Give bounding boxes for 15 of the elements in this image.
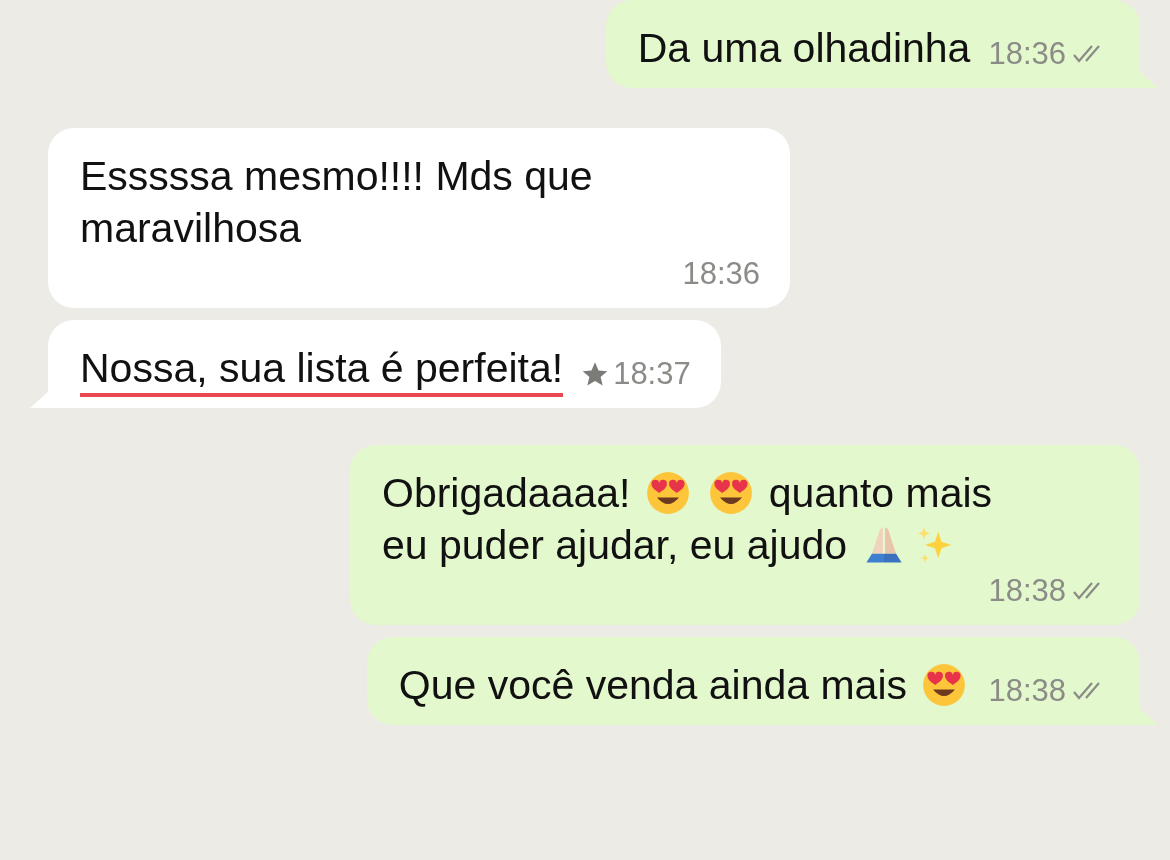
message-text: quanto mais <box>768 470 993 516</box>
heart-eyes-emoji-icon <box>645 471 690 515</box>
message-text: Que você venda ainda mais <box>398 662 907 708</box>
message-time: 18:38 <box>988 572 1066 610</box>
message-text: Esssssa mesmo!!!! Mds que maravilhosa <box>80 153 593 251</box>
message-text: eu puder ajudar, eu ajudo <box>382 522 848 568</box>
heart-eyes-emoji-icon <box>922 663 967 707</box>
message-time: 18:38 <box>988 672 1066 710</box>
message-text: Obrigadaaaa! <box>382 470 631 516</box>
message-text: Nossa, sua lista é perfeita! <box>80 345 564 397</box>
message-text: Da uma olhadinha <box>637 25 971 71</box>
message-time: 18:37 <box>613 355 691 393</box>
message-time: 18:36 <box>682 255 760 293</box>
message-time: 18:36 <box>988 35 1066 73</box>
heart-eyes-emoji-icon <box>709 471 754 515</box>
